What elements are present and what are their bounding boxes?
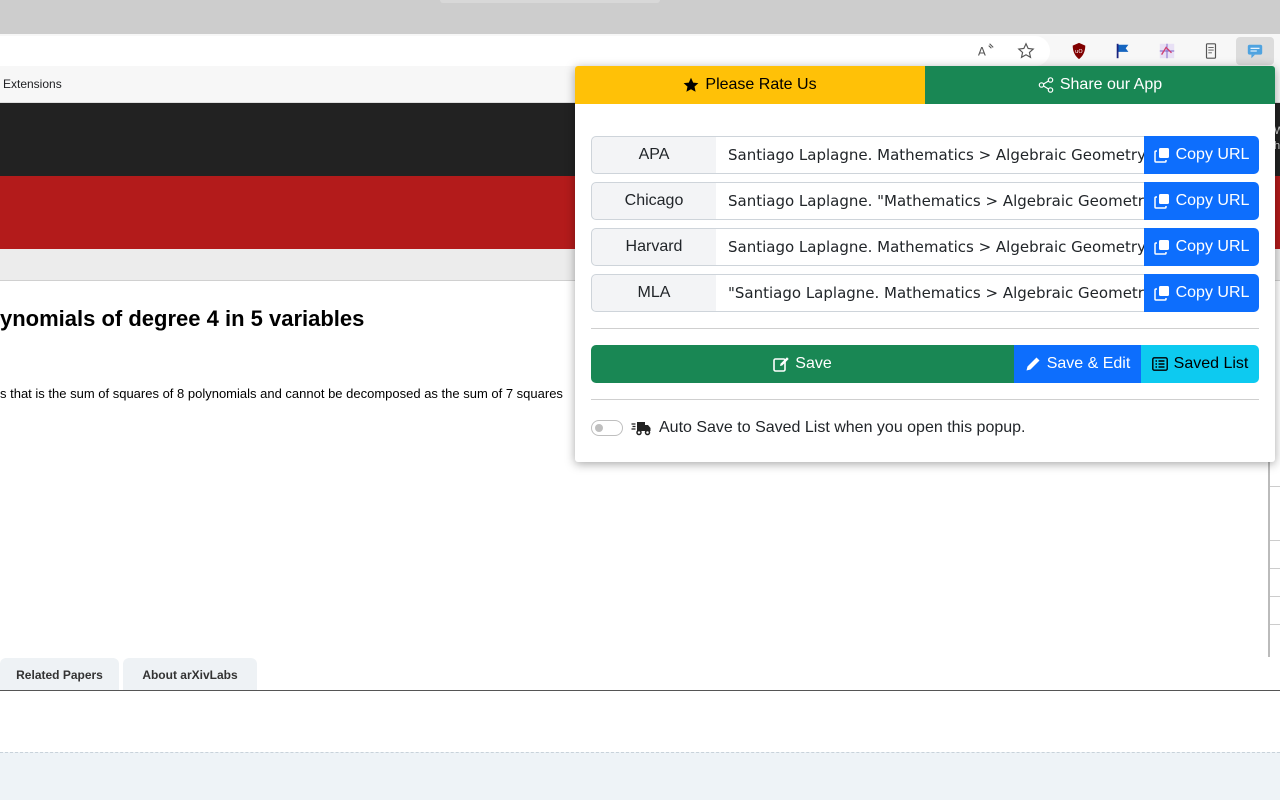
copy-icon [1154, 239, 1170, 255]
rate-us-label: Please Rate Us [705, 76, 816, 94]
share-icon [1038, 77, 1054, 93]
copy-url-label: Copy URL [1176, 146, 1250, 164]
paper-abstract: s that is the sum of squares of 8 polyno… [0, 386, 600, 401]
tab-related-papers[interactable]: Related Papers [0, 658, 119, 691]
save-label: Save [795, 355, 831, 373]
share-app-label: Share our App [1060, 76, 1162, 94]
citation-popup: Please Rate Us Share our App APA Santiag… [575, 66, 1275, 462]
citation-row-chicago: Chicago Santiago Laplagne. "Mathematics … [591, 182, 1259, 220]
read-aloud-icon[interactable]: A [976, 41, 996, 61]
pencil-icon [1025, 356, 1041, 372]
citation-style-label: MLA [591, 274, 717, 312]
list-icon [1152, 356, 1168, 372]
notes-icon[interactable] [1201, 41, 1221, 61]
citation-row-harvard: Harvard Santiago Laplagne. Mathematics >… [591, 228, 1259, 266]
save-actions: Save Save & Edit Saved List [591, 345, 1259, 383]
bookmark-extensions[interactable]: Extensions [3, 77, 62, 91]
rate-us-button[interactable]: Please Rate Us [575, 66, 925, 104]
citation-extension-button[interactable] [1236, 37, 1274, 65]
citation-text-field[interactable]: "Santiago Laplagne. Mathematics > Algebr… [716, 274, 1145, 312]
citation-row-mla: MLA "Santiago Laplagne. Mathematics > Al… [591, 274, 1259, 312]
star-icon [683, 77, 699, 93]
citation-row-apa: APA Santiago Laplagne. Mathematics > Alg… [591, 136, 1259, 174]
side-panel-edge [1268, 460, 1280, 657]
copy-icon [1154, 147, 1170, 163]
svg-text:uO: uO [1075, 49, 1083, 55]
copy-url-label: Copy URL [1176, 284, 1250, 302]
saved-list-label: Saved List [1174, 355, 1249, 373]
flag-icon[interactable] [1113, 41, 1133, 61]
ublock-shield-icon[interactable]: uO [1069, 41, 1089, 61]
copy-url-button[interactable]: Copy URL [1144, 228, 1259, 266]
divider [591, 399, 1259, 400]
save-button[interactable]: Save [591, 345, 1014, 383]
tab-divider [0, 690, 1280, 691]
auto-save-label: Auto Save to Saved List when you open th… [659, 419, 1025, 437]
saved-list-button[interactable]: Saved List [1141, 345, 1259, 383]
address-bar[interactable] [0, 36, 1050, 66]
copy-url-button[interactable]: Copy URL [1144, 182, 1259, 220]
svg-text:A: A [978, 45, 986, 59]
tab-about-arxivlabs[interactable]: About arXivLabs [123, 658, 257, 691]
copy-icon [1154, 285, 1170, 301]
citation-style-label: APA [591, 136, 717, 174]
copy-url-button[interactable]: Copy URL [1144, 274, 1259, 312]
extension-grid-icon[interactable] [1157, 41, 1177, 61]
copy-url-label: Copy URL [1176, 192, 1250, 210]
citation-text-field[interactable]: Santiago Laplagne. Mathematics > Algebra… [716, 136, 1145, 174]
page-footer [0, 752, 1280, 800]
copy-icon [1154, 193, 1170, 209]
paper-title: ynomials of degree 4 in 5 variables [0, 306, 364, 332]
auto-save-row: Auto Save to Saved List when you open th… [591, 418, 1025, 438]
copy-url-label: Copy URL [1176, 238, 1250, 256]
citation-style-label: Chicago [591, 182, 717, 220]
tab-strip [0, 0, 1280, 34]
favorite-star-icon[interactable] [1016, 41, 1036, 61]
divider [591, 328, 1259, 329]
citation-extension-icon [1245, 41, 1265, 61]
citation-text-field[interactable]: Santiago Laplagne. "Mathematics > Algebr… [716, 182, 1145, 220]
edit-square-icon [773, 356, 789, 372]
share-app-button[interactable]: Share our App [925, 66, 1275, 104]
truck-fast-icon [631, 420, 651, 436]
citation-style-label: Harvard [591, 228, 717, 266]
save-and-edit-button[interactable]: Save & Edit [1014, 345, 1141, 383]
browser-toolbar: A uO [0, 34, 1280, 68]
auto-save-toggle[interactable] [591, 420, 623, 436]
citation-text-field[interactable]: Santiago Laplagne. Mathematics > Algebra… [716, 228, 1145, 266]
active-tab[interactable] [440, 0, 660, 3]
save-and-edit-label: Save & Edit [1047, 355, 1131, 373]
copy-url-button[interactable]: Copy URL [1144, 136, 1259, 174]
